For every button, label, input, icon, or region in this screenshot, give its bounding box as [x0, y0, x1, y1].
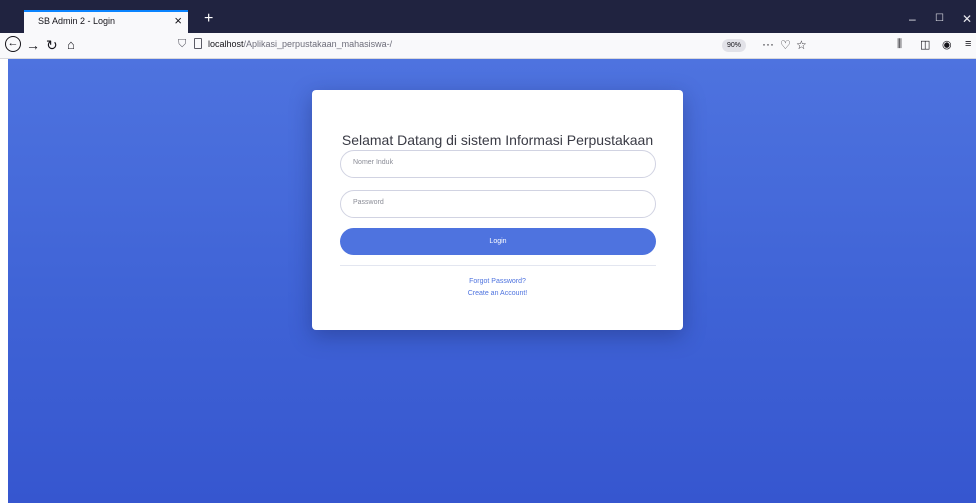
tab-close-icon[interactable]: ×: [174, 13, 182, 28]
library-icon[interactable]: ⫼: [897, 38, 902, 51]
username-placeholder: Nomer Induk: [353, 159, 394, 166]
address-bar[interactable]: ⛉ localhost/Aplikasi_perpustakaan_mahasi…: [172, 35, 812, 55]
forgot-password-link[interactable]: Forgot Password?: [312, 278, 683, 285]
sidebar-icon[interactable]: ◫: [920, 38, 930, 51]
page-icon: [194, 38, 202, 49]
password-field[interactable]: Password: [340, 190, 656, 218]
window-maximize-button[interactable]: ☐: [935, 13, 944, 25]
create-account-link[interactable]: Create an Account!: [312, 290, 683, 297]
page-actions-button[interactable]: ···: [762, 37, 774, 51]
home-icon[interactable]: ⌂: [67, 37, 75, 53]
navigation-toolbar: ← → ↻ ⌂ ⛉ localhost/Aplikasi_perpustakaa…: [0, 33, 976, 59]
new-tab-button[interactable]: +: [204, 11, 213, 27]
zoom-level-badge[interactable]: 90%: [722, 39, 746, 52]
back-arrow-icon[interactable]: ←: [5, 36, 21, 52]
pocket-icon[interactable]: ♡: [780, 38, 791, 52]
window-close-button[interactable]: ✕: [962, 13, 972, 25]
tab-title: SB Admin 2 - Login: [38, 16, 116, 26]
password-placeholder: Password: [353, 199, 384, 206]
login-button[interactable]: Login: [340, 228, 656, 255]
reload-icon[interactable]: ↻: [46, 37, 58, 53]
hamburger-menu-icon[interactable]: ≡: [965, 38, 971, 50]
tracking-protection-icon[interactable]: ⛉: [178, 38, 186, 51]
forward-arrow-icon[interactable]: →: [26, 37, 40, 53]
tab-bar: SB Admin 2 - Login × + – ☐ ✕: [0, 0, 976, 33]
account-icon[interactable]: ◉: [942, 38, 952, 51]
url-text[interactable]: localhost/Aplikasi_perpustakaan_mahasisw…: [208, 39, 392, 49]
star-icon[interactable]: ☆: [796, 38, 807, 52]
divider: [340, 265, 656, 266]
url-path: /Aplikasi_perpustakaan_mahasiswa-/: [243, 39, 393, 49]
login-card: Selamat Datang di sistem Informasi Perpu…: [312, 90, 683, 330]
window-minimize-button[interactable]: –: [909, 13, 916, 25]
browser-window: SB Admin 2 - Login × + – ☐ ✕ ← → ↻ ⌂ ⛉ l…: [0, 0, 976, 503]
url-host: localhost: [208, 39, 244, 49]
page-title: Selamat Datang di sistem Informasi Perpu…: [341, 132, 654, 148]
username-field[interactable]: Nomer Induk: [340, 150, 656, 178]
page-background: Selamat Datang di sistem Informasi Perpu…: [8, 59, 976, 503]
tab-active[interactable]: SB Admin 2 - Login ×: [24, 10, 188, 33]
